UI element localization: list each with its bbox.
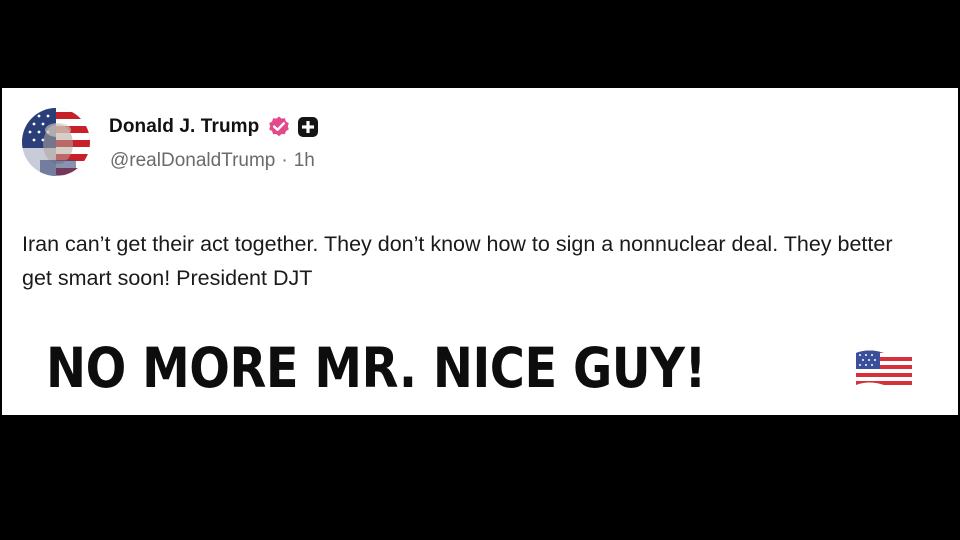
author-handle[interactable]: @realDonaldTrump [110,150,275,172]
verified-check-icon [267,115,291,139]
us-flag-icon [854,347,914,391]
plus-badge-icon [297,116,319,138]
post-shout-line: NO MORE MR. NICE GUY! [46,336,912,400]
post-meta: @realDonaldTrump · 1h [110,150,315,172]
post-body: Iran can’t get their act together. They … [22,232,893,290]
avatar[interactable] [22,108,90,176]
author-display-name[interactable]: Donald J. Trump [109,116,259,138]
meta-separator: · [281,150,288,171]
post-timestamp[interactable]: 1h [294,150,315,172]
post-card: Donald J. Trump @realDonaldTrump · 1h Ir… [2,88,958,415]
video-frame: Donald J. Trump @realDonaldTrump · 1h Ir… [0,0,960,540]
author-name-row: Donald J. Trump [109,114,319,140]
post-shout-text: NO MORE MR. NICE GUY! [46,336,706,400]
avatar-image [22,108,90,176]
